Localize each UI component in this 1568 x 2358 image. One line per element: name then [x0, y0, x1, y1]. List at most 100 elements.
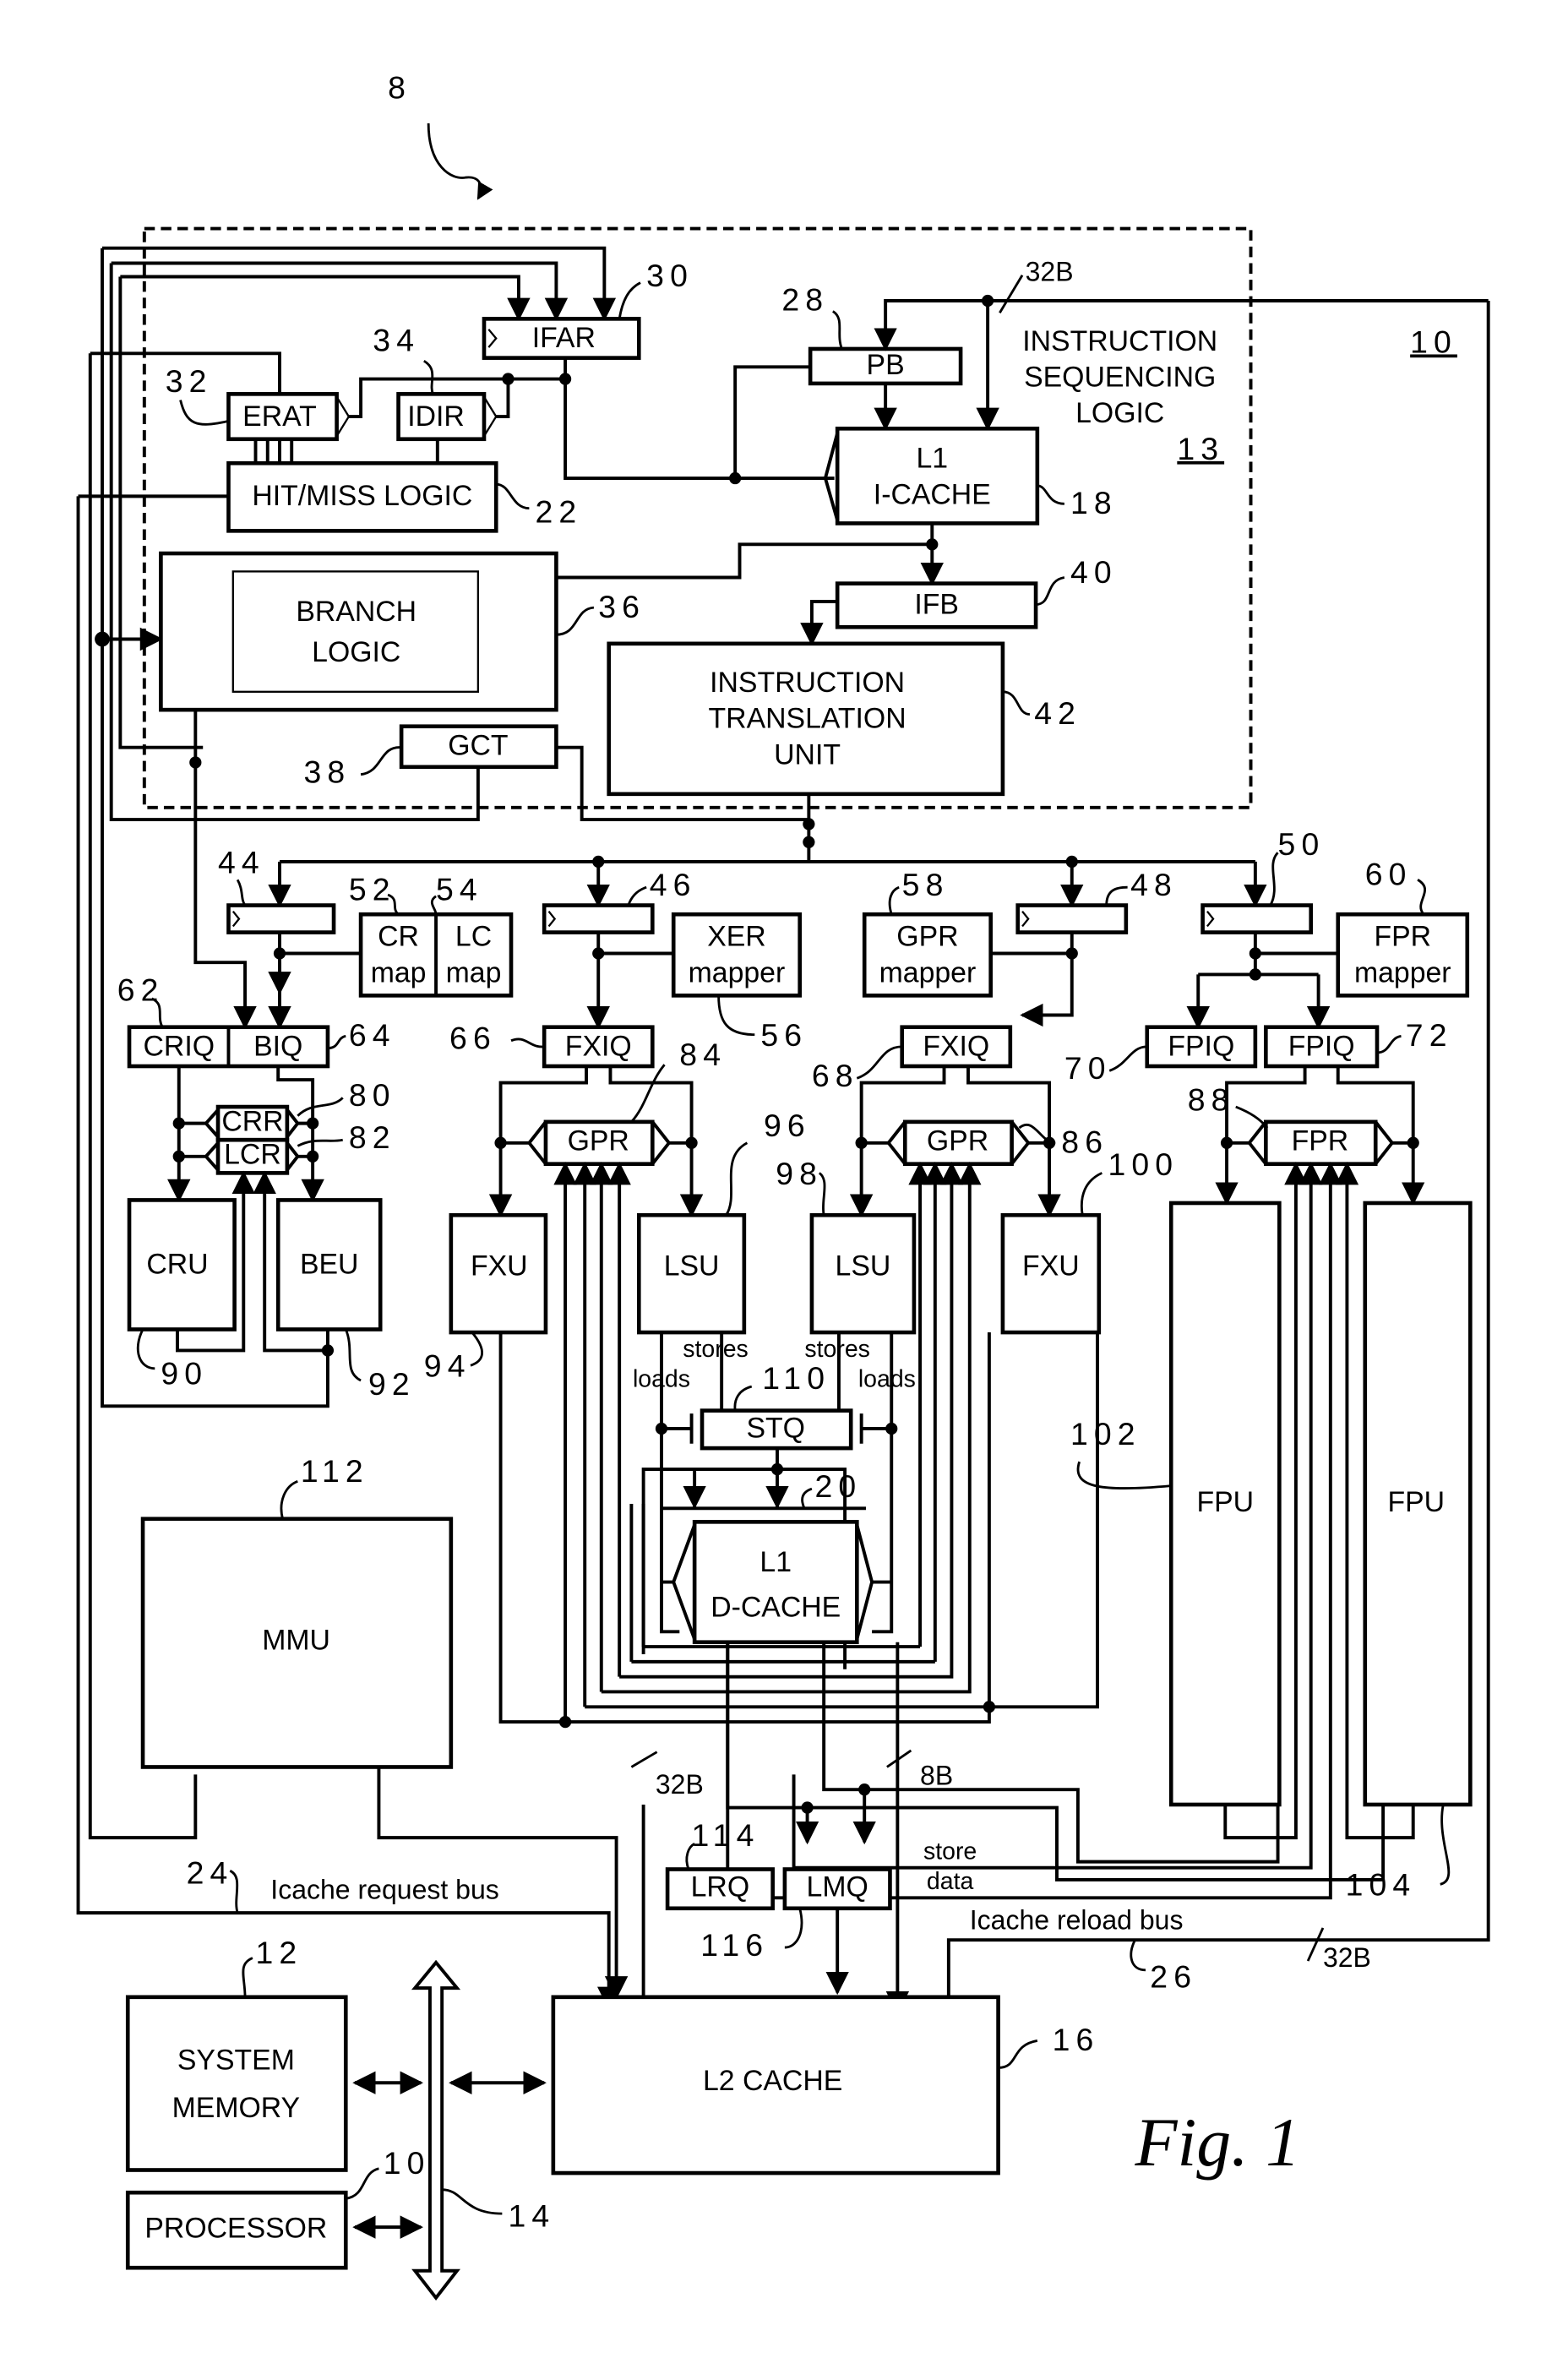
leader — [1108, 1045, 1147, 1072]
cru-label: CRU — [146, 1249, 208, 1281]
pb-ref: 28 — [781, 282, 829, 318]
ref-94: 94 — [424, 1348, 471, 1384]
isl-ref: 13 — [1177, 431, 1224, 466]
dcache-label-2: D-CACHE — [710, 1592, 841, 1624]
fpiq-72-label: FPIQ — [1288, 1031, 1355, 1063]
leader — [717, 995, 755, 1037]
leader — [1417, 879, 1427, 916]
leader — [360, 746, 402, 776]
leader — [496, 482, 530, 510]
isl-label-2: SEQUENCING — [1024, 361, 1216, 393]
fxiq-66-label: FXIQ — [565, 1031, 632, 1063]
ref-84: 84 — [679, 1037, 727, 1072]
fpu-102-label: FPU — [1196, 1486, 1254, 1518]
ref-20: 20 — [814, 1468, 862, 1504]
junction — [592, 855, 605, 869]
leader — [242, 1957, 253, 1997]
itu-label-1: INSTRUCTION — [710, 667, 905, 699]
junction — [494, 1136, 507, 1149]
leader — [327, 1034, 346, 1050]
ref-98: 98 — [776, 1156, 823, 1191]
processor-ref-label: 10 — [1410, 324, 1457, 359]
leader — [630, 1064, 666, 1123]
leader — [442, 2188, 503, 2215]
isl-label-3: LOGIC — [1075, 397, 1164, 429]
ref-80: 80 — [349, 1077, 396, 1113]
leader — [345, 2167, 379, 2200]
leader — [1037, 484, 1064, 505]
hit-miss-label: HIT/MISS LOGIC — [252, 480, 472, 512]
lsu-96-label: LSU — [664, 1250, 720, 1282]
junction — [1249, 947, 1261, 960]
ref-60: 60 — [1365, 857, 1413, 892]
junction — [321, 1344, 335, 1357]
icache-request-bus-label: Icache request bus — [270, 1875, 498, 1905]
ref-44: 44 — [218, 844, 265, 879]
store-data-label-1: store — [923, 1838, 977, 1865]
width-8b: 8B — [920, 1760, 953, 1790]
ref-56: 56 — [760, 1017, 808, 1053]
ref-92: 92 — [368, 1366, 416, 1402]
ref-72: 72 — [1406, 1017, 1453, 1053]
gpr-mapper-label-1: GPR — [896, 921, 958, 953]
ref-66: 66 — [449, 1021, 497, 1056]
ifb-ref: 40 — [1070, 554, 1118, 590]
processor-block-diagram: 8 10 IFAR 30 ERAT 32 IDIR 34 HIT/MISS LO… — [76, 70, 1490, 2301]
fxiq-68-label: FXIQ — [923, 1031, 989, 1063]
junction — [273, 947, 286, 960]
processor-label: PROCESSOR — [144, 2213, 327, 2245]
wire — [1020, 932, 1074, 1027]
criq-label: CRIQ — [144, 1031, 215, 1063]
bus-width-slash — [630, 1751, 658, 1768]
leader — [179, 400, 229, 426]
width-32b: 32B — [1026, 256, 1074, 286]
leader — [236, 879, 247, 907]
ref-116: 116 — [700, 1927, 769, 1963]
leader — [998, 2039, 1038, 2069]
leader — [831, 310, 843, 350]
junction — [172, 1117, 185, 1130]
icache-label-2: I-CACHE — [874, 478, 991, 510]
gct-label: GCT — [448, 730, 508, 762]
idir-label: IDIR — [407, 400, 465, 433]
bus-width-slash — [999, 275, 1024, 313]
ifar-ref: 30 — [646, 258, 694, 293]
leader — [280, 1479, 298, 1520]
ref-52: 52 — [349, 871, 396, 907]
system-memory-block — [125, 1995, 348, 2172]
icache-reload-bus-label: Icache reload bus — [970, 1904, 1184, 1935]
ref-64: 64 — [349, 1017, 396, 1053]
l1-dcache-block — [692, 1520, 859, 1645]
junction — [1220, 1136, 1233, 1149]
junction — [172, 1150, 185, 1163]
junction — [502, 373, 514, 385]
isl-label-1: INSTRUCTION — [1022, 325, 1217, 357]
pb-label: PB — [867, 349, 905, 381]
ref-58: 58 — [902, 867, 950, 902]
junction — [855, 1136, 868, 1149]
ref-50: 50 — [1278, 826, 1326, 862]
wire — [178, 1121, 206, 1158]
patent-figure: 8 10 IFAR 30 ERAT 32 IDIR 34 HIT/MISS LO… — [0, 0, 1568, 2358]
wire — [629, 1503, 645, 1662]
ref-104: 104 — [1346, 1867, 1417, 1903]
ref-26: 26 — [1150, 1958, 1197, 1994]
xer-label-1: XER — [707, 921, 765, 953]
ref-54: 54 — [436, 871, 483, 907]
ifb-label: IFB — [914, 588, 959, 620]
ref-112: 112 — [301, 1453, 369, 1489]
leader — [1081, 1172, 1102, 1216]
leader — [1376, 1034, 1402, 1054]
leader — [1002, 690, 1031, 716]
junction — [1407, 1136, 1419, 1149]
leader — [725, 1141, 749, 1217]
leader — [470, 1331, 483, 1367]
fxu-94-label: FXU — [471, 1250, 528, 1282]
wire — [556, 523, 934, 580]
ref-70: 70 — [1064, 1050, 1112, 1086]
leader — [801, 1487, 813, 1509]
junction — [803, 836, 815, 848]
mmu-label: MMU — [262, 1625, 330, 1657]
bus-width-slash — [1306, 1927, 1325, 1962]
wire — [822, 1642, 876, 1845]
